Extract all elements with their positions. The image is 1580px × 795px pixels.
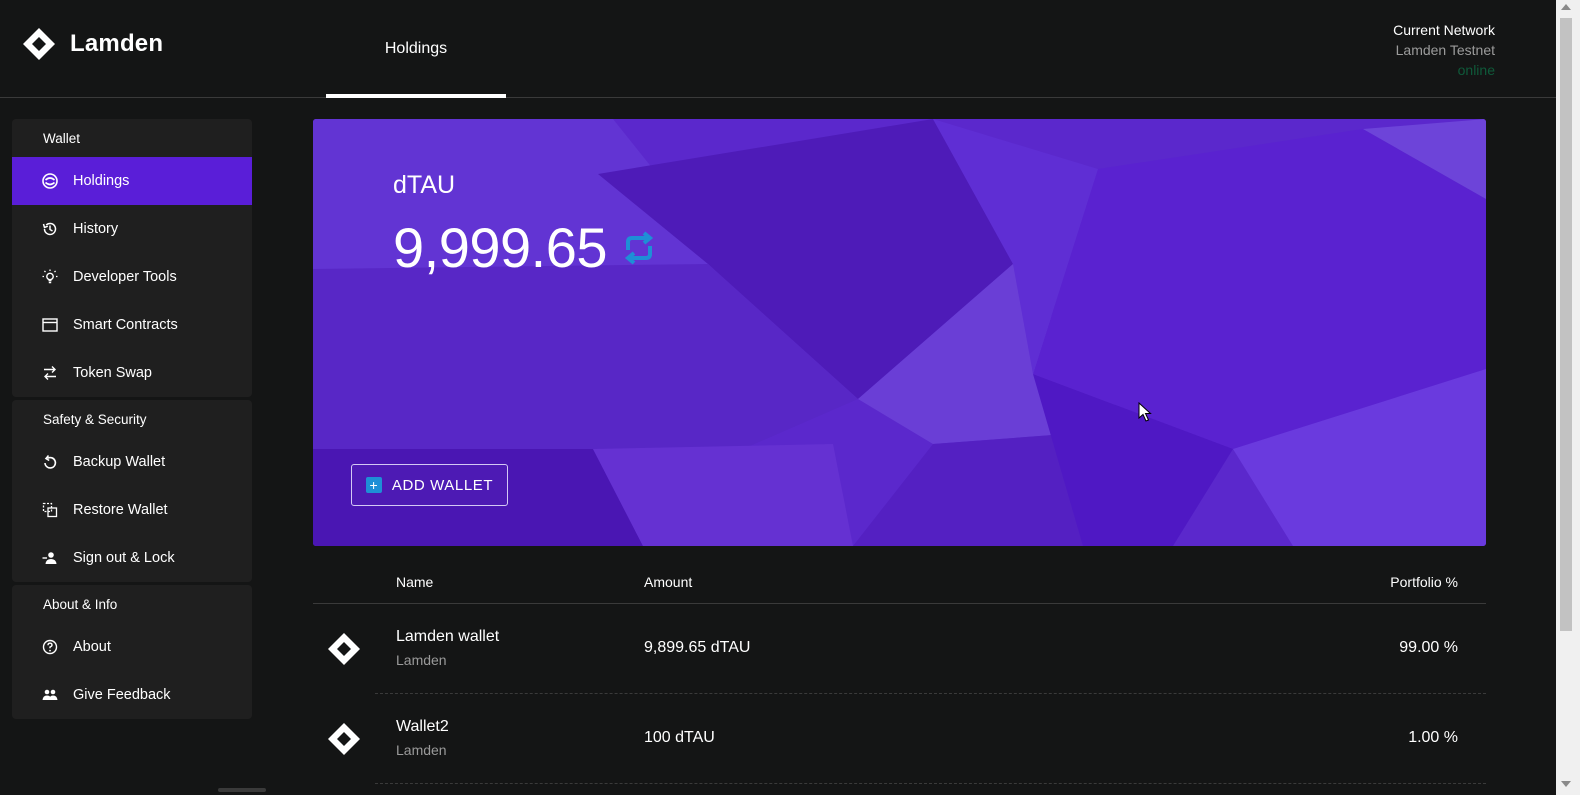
- sidebar-item-sign-out[interactable]: Sign out & Lock: [12, 534, 252, 582]
- page-scrollbar[interactable]: [1556, 0, 1580, 795]
- balance-row: 9,999.65: [393, 215, 659, 280]
- table-row[interactable]: Wallet2 Lamden 100 dTAU 1.00 %: [313, 694, 1486, 784]
- wallet-name: Wallet2: [396, 718, 449, 735]
- sidebar-item-smart-contracts[interactable]: Smart Contracts: [12, 301, 252, 349]
- wallet-name: Lamden wallet: [396, 628, 500, 645]
- history-icon: [42, 222, 57, 236]
- sidebar-item-label: Sign out & Lock: [73, 550, 175, 566]
- lamden-wallet-icon: [328, 723, 360, 755]
- sidebar-item-label: Smart Contracts: [73, 317, 178, 333]
- column-amount: Amount: [644, 574, 693, 590]
- scroll-up-icon[interactable]: [1561, 4, 1571, 10]
- wallet-amount: 9,899.65 dTAU: [644, 639, 751, 656]
- sidebar-item-label: About: [73, 639, 111, 655]
- lamden-logo-icon: [23, 28, 55, 60]
- sidebar-resize-handle: [218, 788, 266, 792]
- sidebar-item-restore-wallet[interactable]: Restore Wallet: [12, 486, 252, 534]
- add-wallet-button[interactable]: + ADD WALLET: [351, 464, 508, 506]
- swap-icon: [44, 366, 56, 380]
- lightbulb-icon: [42, 269, 58, 284]
- sidebar-group-safety: Safety & Security Backup Wallet Restore …: [12, 400, 252, 582]
- backup-icon: [44, 454, 57, 469]
- wallet-network: Lamden: [396, 652, 447, 668]
- refresh-icon[interactable]: [619, 228, 659, 268]
- sidebar-item-give-feedback[interactable]: Give Feedback: [12, 671, 252, 719]
- app-logo[interactable]: Lamden: [22, 27, 163, 61]
- window-icon: [42, 318, 58, 332]
- scroll-down-icon[interactable]: [1561, 781, 1571, 787]
- sidebar-group-title: About & Info: [43, 596, 118, 612]
- sidebar-item-history[interactable]: History: [12, 205, 252, 253]
- sidebar-item-label: Token Swap: [73, 365, 152, 381]
- network-info: Current Network Lamden Testnet online: [1393, 20, 1495, 80]
- network-name: Lamden Testnet: [1395, 42, 1495, 58]
- sidebar-item-label: Developer Tools: [73, 269, 177, 285]
- add-wallet-label: ADD WALLET: [391, 476, 494, 494]
- total-balance: 9,999.65: [393, 216, 607, 279]
- mouse-cursor-icon: [1138, 402, 1152, 422]
- app-name: Lamden: [70, 30, 164, 57]
- sidebar-item-backup-wallet[interactable]: Backup Wallet: [12, 438, 252, 486]
- network-status: online: [1457, 62, 1495, 78]
- scrollbar-thumb[interactable]: [1560, 18, 1572, 631]
- sidebar-item-label: Holdings: [73, 173, 130, 189]
- table-row[interactable]: Lamden wallet Lamden 9,899.65 dTAU 99.00…: [313, 604, 1486, 694]
- column-name: Name: [396, 574, 434, 590]
- app-header: Lamden Holdings Current Network Lamden T…: [0, 0, 1556, 98]
- sidebar-item-label: History: [73, 221, 119, 237]
- sidebar-item-about[interactable]: About: [12, 623, 252, 671]
- column-portfolio: Portfolio %: [1390, 574, 1458, 590]
- holdings-icon: [42, 173, 58, 189]
- lamden-wallet-icon: [328, 633, 360, 665]
- sidebar-group-about: About & Info About Give Feedback: [12, 585, 252, 719]
- sidebar-item-token-swap[interactable]: Token Swap: [12, 349, 252, 397]
- token-symbol: dTAU: [393, 171, 456, 199]
- sidebar-group-title: Safety & Security: [43, 411, 147, 427]
- plus-icon: +: [365, 477, 382, 493]
- sign-out-icon: [42, 552, 57, 564]
- wallet-portfolio: 1.00 %: [1408, 729, 1458, 746]
- wallet-portfolio: 99.00 %: [1399, 639, 1458, 656]
- wallet-network: Lamden: [396, 742, 447, 758]
- wallet-amount: 100 dTAU: [644, 729, 715, 746]
- balance-banner: dTAU 9,999.65 + ADD WALLET: [313, 119, 1486, 546]
- sidebar-item-holdings[interactable]: Holdings: [12, 157, 252, 205]
- help-circle-icon: [42, 639, 58, 655]
- tab-active-indicator: [326, 94, 506, 98]
- sidebar-item-label: Backup Wallet: [73, 454, 166, 470]
- sidebar-group-title: Wallet: [43, 130, 81, 146]
- network-title: Current Network: [1393, 22, 1495, 38]
- restore-icon: [42, 502, 58, 518]
- tab-holdings-label: Holdings: [384, 40, 448, 57]
- holdings-table-header: Name Amount Portfolio %: [313, 565, 1486, 604]
- sidebar-item-label: Restore Wallet: [73, 502, 168, 518]
- sidebar-item-developer-tools[interactable]: Developer Tools: [12, 253, 252, 301]
- people-icon: [42, 689, 58, 700]
- tab-holdings[interactable]: Holdings: [326, 0, 506, 98]
- sidebar-item-label: Give Feedback: [73, 687, 171, 703]
- sidebar-group-wallet: Wallet Holdings History Developer Tools …: [12, 119, 252, 397]
- row-divider: [375, 783, 1486, 784]
